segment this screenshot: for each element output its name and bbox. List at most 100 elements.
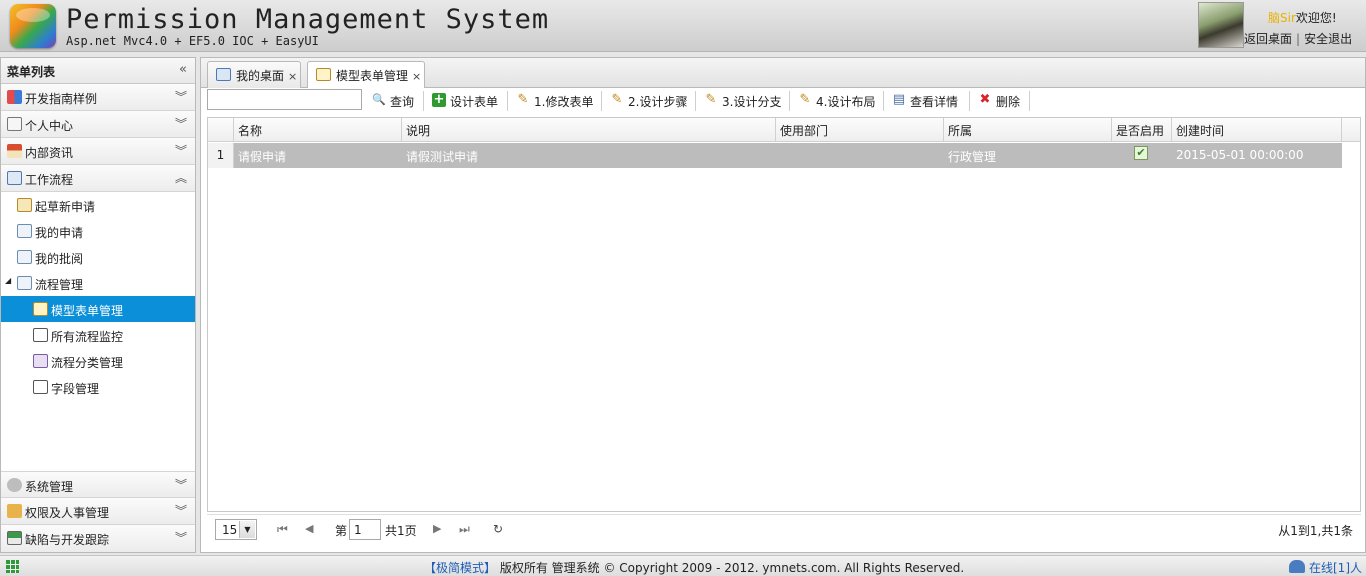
pencil-icon: ✎: [517, 92, 529, 107]
design-layout-button[interactable]: ✎ 4.设计布局: [797, 91, 876, 111]
header-rownum: [208, 118, 234, 142]
key-icon: [7, 504, 22, 518]
section-dev-guide[interactable]: 开发指南样例 ︾: [1, 84, 195, 111]
section-label: 个人中心: [25, 119, 74, 133]
search-icon: 🔍: [372, 93, 386, 106]
tree-item-model-form[interactable]: 模型表单管理: [1, 296, 195, 322]
tree-item-my-requests[interactable]: 我的申请: [1, 218, 195, 244]
section-personal[interactable]: 个人中心 ︾: [1, 111, 195, 138]
apps-grid-icon[interactable]: [6, 560, 19, 573]
section-system[interactable]: 系统管理 ︾: [1, 471, 195, 498]
next-page-icon[interactable]: ▶: [433, 522, 441, 535]
button-label: 删除: [996, 95, 1021, 109]
close-icon[interactable]: ×: [288, 70, 297, 83]
tree-toggle-icon[interactable]: ◢: [5, 276, 11, 285]
header-description[interactable]: 说明: [402, 118, 776, 142]
search-input[interactable]: [207, 89, 362, 110]
chevron-down-icon: ︾: [174, 144, 187, 158]
header-department[interactable]: 使用部门: [776, 118, 944, 142]
header-enabled[interactable]: 是否启用: [1112, 118, 1172, 142]
page-total: 共1页: [385, 524, 417, 538]
tree-item-new-request[interactable]: 起草新申请: [1, 192, 195, 218]
avatar[interactable]: [1198, 2, 1244, 48]
chevron-down-icon: ︾: [174, 90, 187, 104]
section-label: 工作流程: [25, 173, 74, 187]
toolbar-divider: [883, 91, 884, 111]
sidebar-header: 菜单列表 «: [1, 58, 195, 84]
workflow-icon: [7, 171, 22, 185]
page-size-value: 15: [222, 523, 238, 537]
chevron-down-icon: ︾: [174, 117, 187, 131]
app-title: Permission Management System: [66, 4, 550, 35]
button-label: 2.设计步骤: [628, 95, 688, 109]
row-number: 1: [208, 143, 234, 168]
tab-my-desktop[interactable]: 我的桌面 ×: [207, 61, 301, 88]
view-details-button[interactable]: ▤ 查看详情: [891, 91, 958, 111]
page-size-select[interactable]: 15 ▼: [215, 519, 257, 540]
tab-model-form[interactable]: 模型表单管理 ×: [307, 61, 425, 89]
design-steps-button[interactable]: ✎ 2.设计步骤: [609, 91, 688, 111]
tree-item-label: 所有流程监控: [51, 330, 124, 344]
logout-link[interactable]: 安全退出: [1304, 32, 1352, 46]
chevron-down-icon[interactable]: ▼: [239, 521, 255, 538]
simple-mode-link[interactable]: 【极简模式】: [424, 561, 496, 575]
list-icon: [33, 328, 48, 342]
page-prefix: 第: [335, 524, 348, 538]
tree-item-flow-monitor[interactable]: 所有流程监控: [1, 322, 195, 348]
section-label: 缺陷与开发跟踪: [25, 533, 110, 547]
table-row[interactable]: 请假申请 请假测试申请 行政管理 ✔ 2015-05-01 00:00:00: [234, 143, 1342, 168]
pencil-icon: ✎: [705, 92, 717, 107]
app-header: Permission Management System Asp.net Mvc…: [0, 0, 1366, 52]
toolbar-divider: [969, 91, 970, 111]
header-created[interactable]: 创建时间: [1172, 118, 1342, 142]
sidebar-title: 菜单列表: [7, 65, 56, 79]
collapse-sidebar-icon[interactable]: «: [179, 62, 187, 77]
section-workflow[interactable]: 工作流程 ︽: [1, 165, 195, 192]
page-number-input[interactable]: 1: [349, 519, 381, 540]
button-label: 设计表单: [450, 95, 499, 109]
prev-page-icon[interactable]: ◀: [305, 522, 313, 535]
tab-bar: 我的桌面 × 模型表单管理 ×: [201, 58, 1365, 89]
design-branch-button[interactable]: ✎ 3.设计分支: [703, 91, 782, 111]
section-news[interactable]: 内部资讯 ︾: [1, 138, 195, 165]
chevron-down-icon: ︾: [174, 531, 187, 545]
edit-form-button[interactable]: ✎ 1.修改表单: [515, 91, 594, 111]
tree-item-field-management[interactable]: 字段管理: [1, 374, 195, 400]
pager-info: 从1到1,共1条: [1278, 524, 1353, 538]
refresh-icon[interactable]: ↻: [493, 522, 503, 536]
tree-item-my-reviews[interactable]: 我的批阅: [1, 244, 195, 270]
design-form-button[interactable]: + 设计表单: [431, 91, 498, 111]
last-page-icon[interactable]: ⏭: [459, 522, 470, 537]
grid-icon: [7, 90, 22, 104]
flow-icon: [17, 276, 32, 290]
data-grid: 名称 说明 使用部门 所属 是否启用 创建时间 1 请假申请 请假测试申请 行政…: [207, 117, 1361, 512]
section-label: 开发指南样例: [25, 92, 98, 106]
back-desktop-link[interactable]: 返回桌面: [1244, 32, 1292, 46]
monitor-icon: [216, 68, 231, 81]
close-icon[interactable]: ×: [412, 70, 421, 83]
status-bar: 【极简模式】 版权所有 管理系统 © Copyright 2009 - 2012…: [0, 555, 1366, 576]
users-icon: [1289, 560, 1305, 573]
tree-item-flow-management[interactable]: ◢ 流程管理: [1, 270, 195, 296]
section-bug-tracking[interactable]: 缺陷与开发跟踪 ︾: [1, 525, 195, 552]
toolbar-divider: [507, 91, 508, 111]
pager: 15 ▼ ⏮ ◀ 第 1 共1页 ▶ ⏭ ↻ 从1到1,共1条: [207, 514, 1361, 546]
pencil-icon: ✎: [799, 92, 811, 107]
tree-item-label: 字段管理: [51, 382, 100, 396]
cell-description: 请假测试申请: [406, 150, 479, 164]
online-users[interactable]: 在线[1]人: [1289, 559, 1362, 576]
section-permission[interactable]: 权限及人事管理 ︾: [1, 498, 195, 525]
header-name[interactable]: 名称: [234, 118, 402, 142]
tree-item-flow-category[interactable]: 流程分类管理: [1, 348, 195, 374]
button-label: 查询: [390, 95, 415, 109]
search-button[interactable]: 🔍 查询: [371, 91, 414, 111]
copyright-text: 【极简模式】 版权所有 管理系统 © Copyright 2009 - 2012…: [424, 559, 964, 576]
main-panel: 我的桌面 × 模型表单管理 × 🔍 查询 + 设计表单 ✎ 1.修改表单 ✎ 2.设…: [200, 57, 1366, 553]
toolbar-divider: [423, 91, 424, 111]
sidebar: 菜单列表 « 开发指南样例 ︾ 个人中心 ︾ 内部资讯 ︾ 工作流程 ︽ 起草新…: [0, 57, 196, 553]
header-belong[interactable]: 所属: [944, 118, 1112, 142]
copyright-label: 版权所有 管理系统 © Copyright 2009 - 2012. ymnet…: [499, 561, 965, 575]
delete-button[interactable]: ✖ 删除: [977, 91, 1020, 111]
first-page-icon[interactable]: ⏮: [277, 522, 288, 537]
cell-belong: 行政管理: [948, 150, 997, 164]
